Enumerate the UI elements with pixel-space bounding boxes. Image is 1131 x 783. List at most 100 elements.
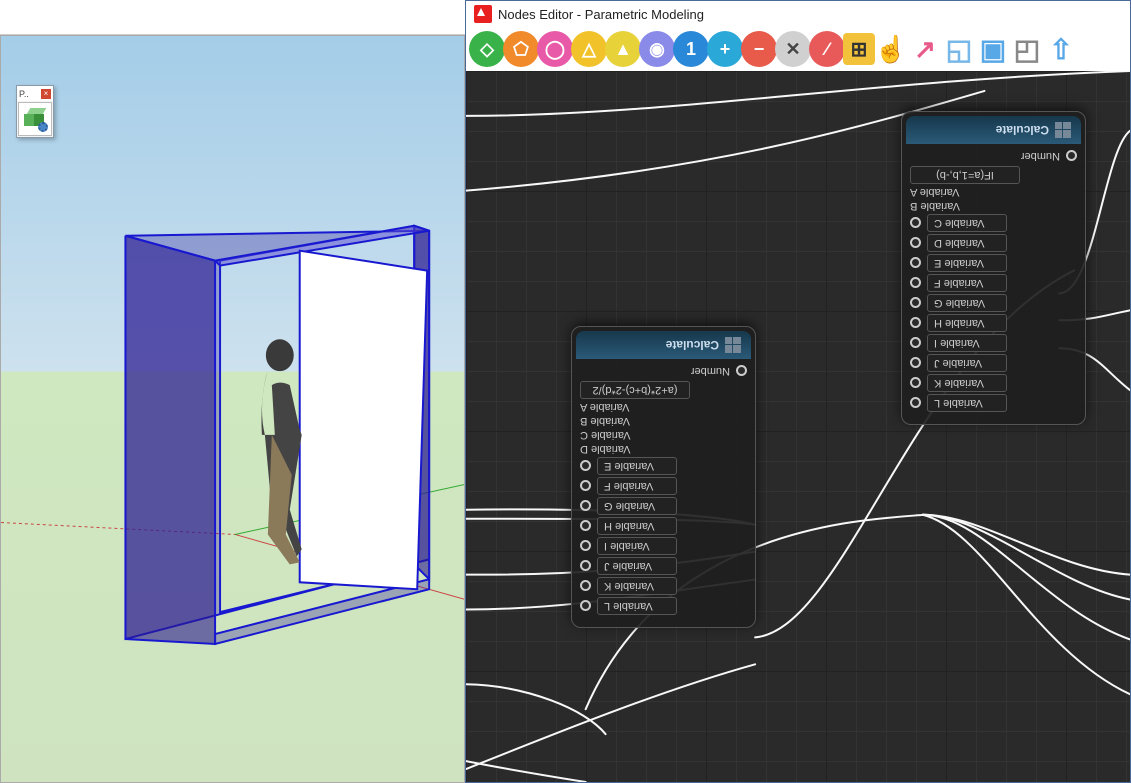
palette-title-text: P.. — [19, 89, 29, 99]
input-port[interactable] — [580, 481, 591, 492]
parametric-modeling-button[interactable] — [18, 102, 52, 136]
variable-input-row[interactable]: Variable C — [910, 214, 1077, 232]
input-port[interactable] — [910, 258, 921, 269]
input-port[interactable] — [910, 358, 921, 369]
variable-label-row: Variable D — [580, 443, 747, 455]
subtract-solid-icon[interactable]: ◰ — [1009, 31, 1045, 67]
output-port[interactable] — [736, 366, 747, 377]
input-port[interactable] — [580, 521, 591, 532]
extension-palette[interactable]: P.. × — [16, 85, 54, 138]
variable-field[interactable]: Variable I — [927, 334, 1007, 352]
input-port[interactable] — [910, 238, 921, 249]
cone-icon[interactable]: ▲ — [605, 31, 641, 67]
variable-field[interactable]: Variable H — [597, 517, 677, 535]
variable-input-row[interactable]: Variable K — [580, 577, 747, 595]
input-port[interactable] — [910, 318, 921, 329]
model-scene[interactable] — [1, 36, 464, 782]
output-row: Number — [910, 150, 1077, 162]
number-node-icon[interactable]: 1 — [673, 31, 709, 67]
variable-input-row[interactable]: Variable I — [580, 537, 747, 555]
variable-field[interactable]: Variable L — [927, 394, 1007, 412]
variable-label: Variable B — [580, 415, 630, 427]
variable-field[interactable]: Variable G — [927, 294, 1007, 312]
variable-field[interactable]: Variable J — [927, 354, 1007, 372]
variable-input-row[interactable]: Variable F — [580, 477, 747, 495]
variable-field[interactable]: Variable H — [927, 314, 1007, 332]
calculate-node[interactable]: Variable L Variable K Variable J Variable I… — [901, 111, 1086, 425]
variable-label: Variable C — [580, 429, 631, 441]
sphere-icon[interactable]: ◉ — [639, 31, 675, 67]
variable-field[interactable]: Variable F — [927, 274, 1007, 292]
node-canvas[interactable]: Variable L Variable K Variable J Variable I… — [466, 71, 1130, 782]
union-icon[interactable]: ▣ — [975, 31, 1011, 67]
push-icon[interactable]: ⇧ — [1043, 31, 1079, 67]
variable-field[interactable]: Variable L — [597, 597, 677, 615]
variable-field[interactable]: Variable K — [597, 577, 677, 595]
multiply-icon[interactable]: ✕ — [775, 31, 811, 67]
variable-field[interactable]: Variable K — [927, 374, 1007, 392]
output-port[interactable] — [1066, 151, 1077, 162]
variable-label-row: Variable A — [910, 186, 1077, 198]
subtract-icon[interactable]: − — [741, 31, 777, 67]
formula-field[interactable]: IF(a=1,b,-b) — [910, 166, 1020, 184]
box-icon[interactable]: ◇ — [469, 31, 505, 67]
variable-field[interactable]: Variable I — [597, 537, 677, 555]
variable-input-row[interactable]: Variable L — [580, 597, 747, 615]
variable-field[interactable]: Variable E — [927, 254, 1007, 272]
variable-input-row[interactable]: Variable E — [910, 254, 1077, 272]
point-icon[interactable]: ☝ — [873, 31, 909, 67]
prism-icon[interactable]: ⬠ — [503, 31, 539, 67]
node-title-bar[interactable]: Calculate — [576, 331, 751, 359]
pyramid-icon[interactable]: △ — [571, 31, 607, 67]
input-port[interactable] — [580, 501, 591, 512]
input-port[interactable] — [580, 581, 591, 592]
input-port[interactable] — [580, 541, 591, 552]
output-row: Number — [580, 365, 747, 377]
input-port[interactable] — [910, 218, 921, 229]
intersect-icon[interactable]: ◱ — [941, 31, 977, 67]
variable-field[interactable]: Variable F — [597, 477, 677, 495]
variable-input-row[interactable]: Variable J — [580, 557, 747, 575]
close-icon[interactable]: × — [41, 89, 51, 99]
variable-field[interactable]: Variable D — [927, 234, 1007, 252]
input-port[interactable] — [580, 601, 591, 612]
variable-input-row[interactable]: Variable K — [910, 374, 1077, 392]
formula-field[interactable]: (a+2*(b+c)-2*d)/2 — [580, 381, 690, 399]
variable-input-row[interactable]: Variable J — [910, 354, 1077, 372]
input-port[interactable] — [910, 278, 921, 289]
node-title-bar[interactable]: Calculate — [906, 116, 1081, 144]
add-icon[interactable]: + — [707, 31, 743, 67]
input-port[interactable] — [910, 378, 921, 389]
input-port[interactable] — [580, 461, 591, 472]
variable-input-row[interactable]: Variable L — [910, 394, 1077, 412]
variable-label: Variable A — [580, 401, 629, 413]
calculate-node[interactable]: Variable L Variable K Variable J Variable I… — [571, 326, 756, 628]
input-port[interactable] — [580, 561, 591, 572]
cylinder-icon[interactable]: ◯ — [537, 31, 573, 67]
window-title: Nodes Editor - Parametric Modeling — [498, 7, 704, 22]
variable-label: Variable D — [580, 443, 631, 455]
variable-input-row[interactable]: Variable G — [580, 497, 747, 515]
divide-icon[interactable]: ∕ — [809, 31, 845, 67]
variable-input-row[interactable]: Variable H — [910, 314, 1077, 332]
variable-field[interactable]: Variable G — [597, 497, 677, 515]
window-titlebar[interactable]: Nodes Editor - Parametric Modeling — [466, 1, 1130, 27]
calculate-icon[interactable]: ⊞ — [843, 33, 875, 65]
variable-input-row[interactable]: Variable I — [910, 334, 1077, 352]
input-port[interactable] — [910, 338, 921, 349]
vector-icon[interactable]: ↗ — [907, 31, 943, 67]
output-label: Number — [1021, 150, 1060, 162]
variable-field[interactable]: Variable J — [597, 557, 677, 575]
palette-titlebar[interactable]: P.. × — [17, 86, 53, 101]
variable-input-row[interactable]: Variable H — [580, 517, 747, 535]
variable-input-row[interactable]: Variable G — [910, 294, 1077, 312]
variable-field[interactable]: Variable C — [927, 214, 1007, 232]
variable-input-row[interactable]: Variable E — [580, 457, 747, 475]
variable-input-row[interactable]: Variable F — [910, 274, 1077, 292]
input-port[interactable] — [910, 398, 921, 409]
variable-field[interactable]: Variable E — [597, 457, 677, 475]
sketchup-viewport[interactable] — [0, 35, 465, 783]
output-label: Number — [691, 365, 730, 377]
input-port[interactable] — [910, 298, 921, 309]
variable-input-row[interactable]: Variable D — [910, 234, 1077, 252]
